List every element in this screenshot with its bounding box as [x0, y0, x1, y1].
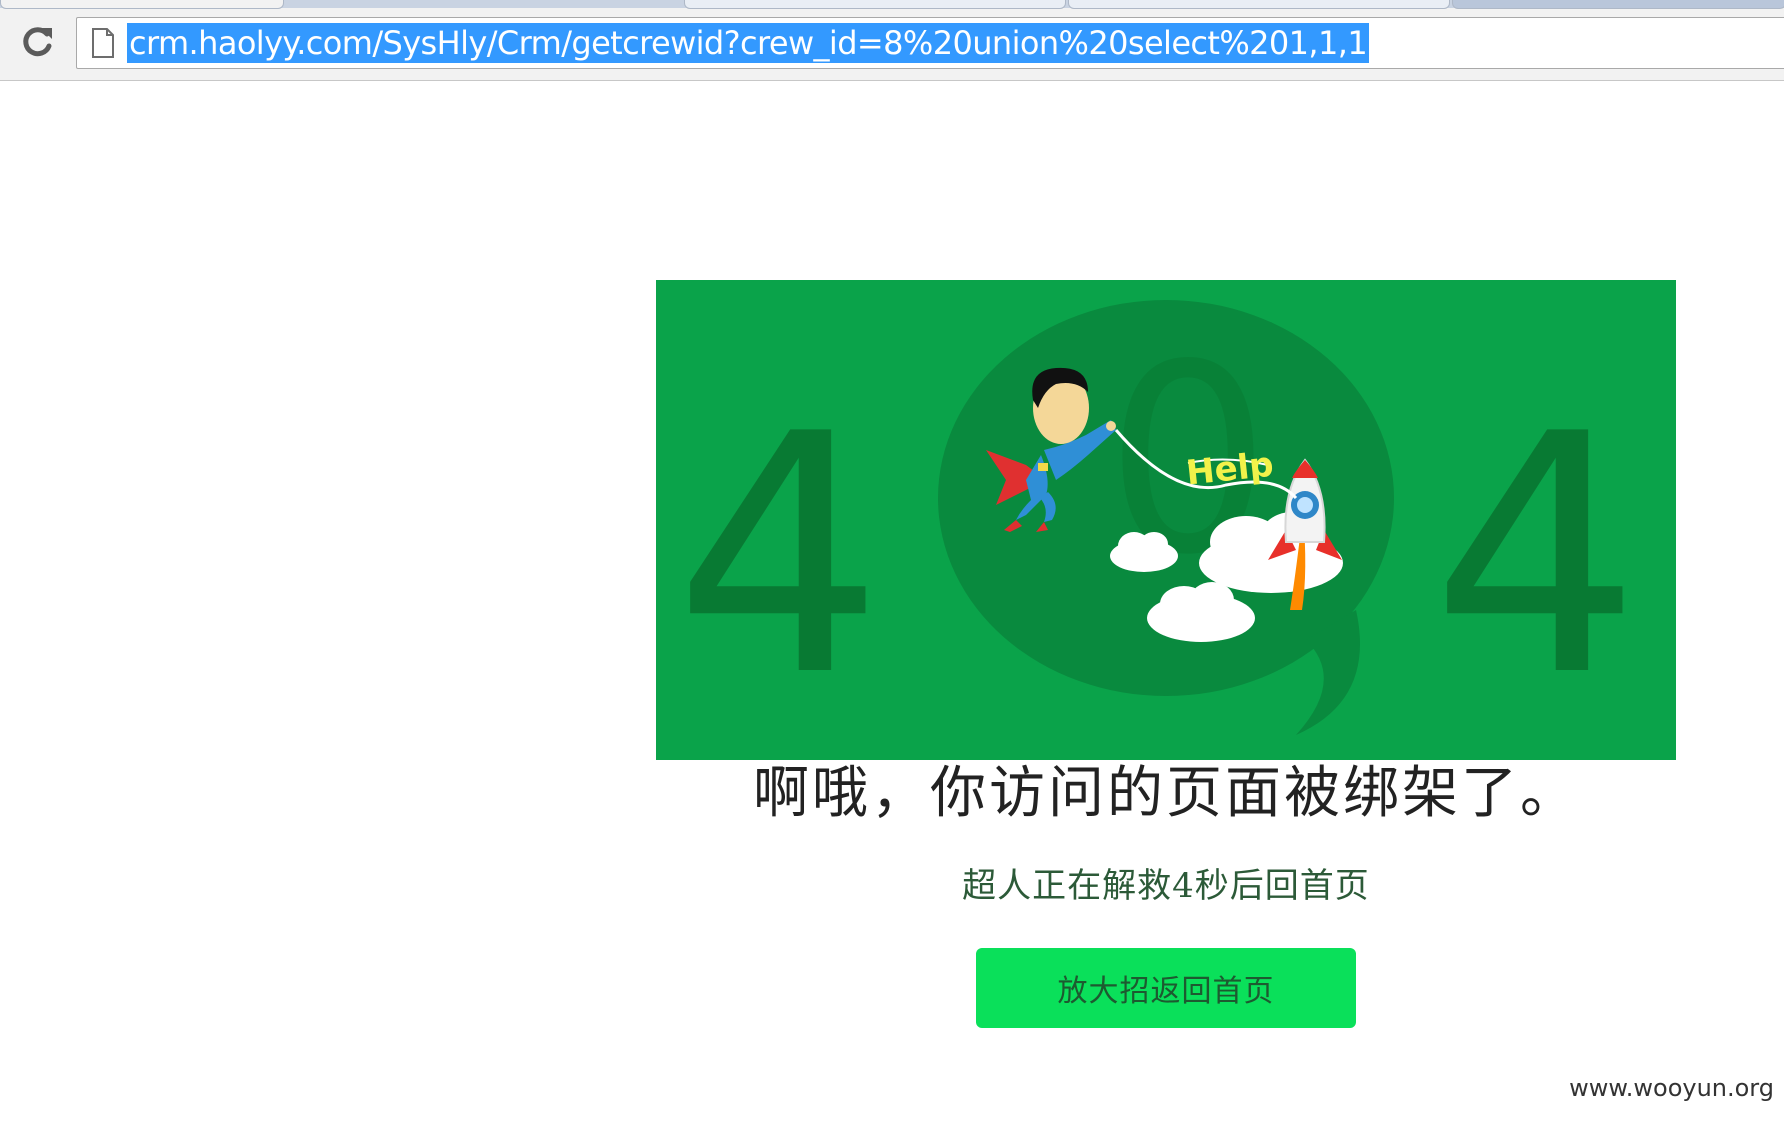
digit-right-four: 4 — [1431, 364, 1641, 748]
countdown-message: 超人正在解救4秒后回首页 — [962, 866, 1370, 906]
tab[interactable] — [1068, 0, 1450, 9]
error-illustration: 4 0 4 Help — [656, 280, 1676, 760]
tab-strip — [0, 0, 1784, 9]
digit-left-four: 4 — [674, 364, 884, 748]
url-text[interactable]: crm.haolyy.com/SysHly/Crm/getcrewid?crew… — [127, 23, 1370, 63]
browser-toolbar: crm.haolyy.com/SysHly/Crm/getcrewid?crew… — [0, 0, 1784, 81]
watermark: www.wooyun.org — [1569, 1074, 1774, 1102]
page: crm.haolyy.com/SysHly/Crm/getcrewid?crew… — [0, 0, 1784, 1122]
reload-icon[interactable] — [18, 24, 56, 62]
return-home-button[interactable]: 放大招返回首页 — [976, 948, 1356, 1028]
tab-active[interactable] — [0, 0, 284, 9]
error-headline: 啊哦，你访问的页面被绑架了。 — [753, 761, 1579, 826]
blank-page-icon — [91, 28, 115, 58]
tab[interactable] — [684, 0, 1066, 9]
tab[interactable] — [1452, 0, 1784, 9]
address-bar[interactable]: crm.haolyy.com/SysHly/Crm/getcrewid?crew… — [76, 17, 1784, 69]
